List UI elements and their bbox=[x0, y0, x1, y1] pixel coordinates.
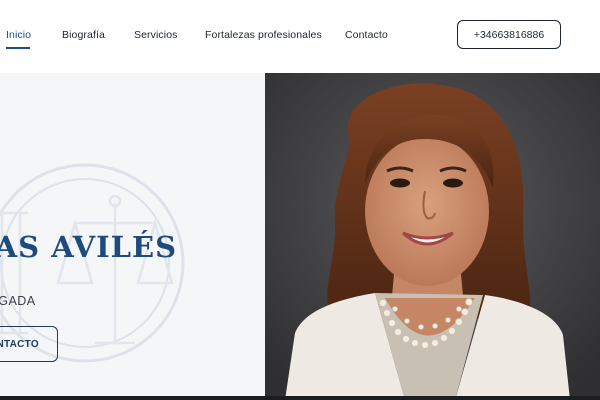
top-navigation: Inicio Biografía Servicios Fortalezas pr… bbox=[0, 0, 600, 73]
nav-link-fortalezas[interactable]: Fortalezas profesionales bbox=[205, 29, 322, 41]
portrait-photo bbox=[265, 73, 600, 400]
bottom-edge-bar bbox=[0, 396, 600, 400]
contact-cta-button[interactable]: NTACTO bbox=[0, 326, 58, 362]
hero-role-subtitle: OGADA bbox=[0, 294, 36, 308]
nav-link-servicios[interactable]: Servicios bbox=[134, 29, 178, 41]
hero-name-heading: RIAS AVILÉS bbox=[0, 230, 178, 264]
nav-link-contacto[interactable]: Contacto bbox=[345, 29, 388, 41]
nav-link-biografia[interactable]: Biografía bbox=[62, 29, 105, 41]
hero-text-panel: RIAS AVILÉS OGADA NTACTO bbox=[0, 73, 265, 400]
phone-button[interactable]: +34663816886 bbox=[457, 20, 561, 49]
portrait-illustration bbox=[265, 73, 600, 400]
active-nav-underline bbox=[6, 47, 30, 49]
nav-link-inicio[interactable]: Inicio bbox=[6, 29, 31, 41]
